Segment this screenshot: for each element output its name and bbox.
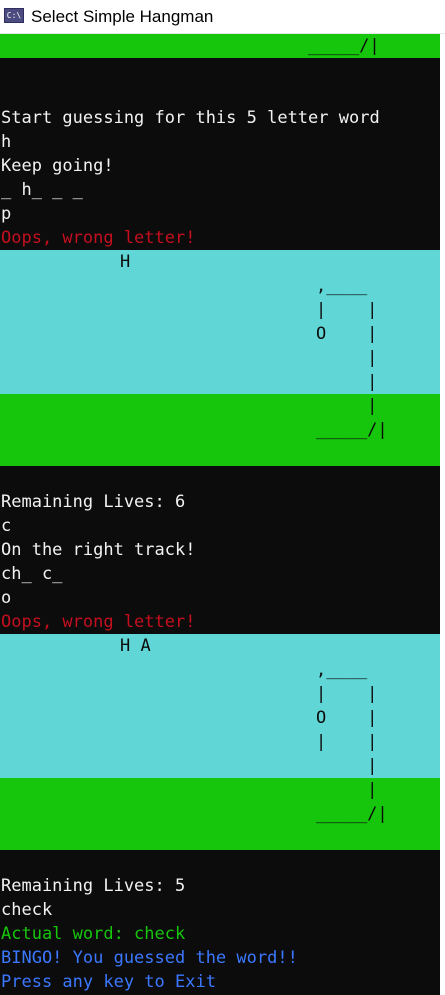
title-bar: C:\ Select Simple Hangman bbox=[0, 0, 445, 34]
guess-line: h bbox=[1, 132, 12, 152]
window-title: Select Simple Hangman bbox=[31, 7, 214, 26]
remaining-lives-line: Remaining Lives: 5 bbox=[1, 876, 186, 896]
exit-prompt: Press any key to Exit bbox=[1, 972, 216, 992]
guess-line: p bbox=[1, 204, 12, 224]
remaining-lives-line: Remaining Lives: 6 bbox=[1, 492, 186, 512]
console-app-icon: C:\ bbox=[4, 8, 24, 23]
intro-line: Start guessing for this 5 letter word bbox=[1, 108, 380, 128]
hangman-gallows-art: ,____ | | O | | | | _____/| bbox=[316, 276, 388, 440]
guess-line: o bbox=[1, 588, 12, 608]
wrong-letter-message: Oops, wrong letter! bbox=[1, 612, 196, 632]
wrong-letter-message: Oops, wrong letter! bbox=[1, 228, 196, 248]
feedback-line: Keep going! bbox=[1, 156, 114, 176]
final-guess-line: check bbox=[1, 900, 53, 920]
hangman-gallows-art: ,____ | | O | | | | | _____/| bbox=[316, 660, 388, 824]
top-gallows-ground: _____/| bbox=[308, 36, 380, 56]
feedback-line: On the right track! bbox=[1, 540, 196, 560]
actual-word-line: Actual word: check bbox=[1, 924, 186, 944]
word-progress-line: ch_ c_ bbox=[1, 564, 63, 584]
word-progress-line: _ h_ _ _ bbox=[1, 180, 83, 200]
console-output[interactable]: _____/| Start guessing for this 5 letter… bbox=[0, 34, 440, 995]
wrong-letters-display: H A bbox=[120, 636, 151, 656]
window-edge bbox=[440, 34, 445, 995]
guess-line: c bbox=[1, 516, 12, 536]
wrong-letters-display: H bbox=[120, 252, 131, 272]
win-message: BINGO! You guessed the word!! bbox=[1, 948, 298, 968]
